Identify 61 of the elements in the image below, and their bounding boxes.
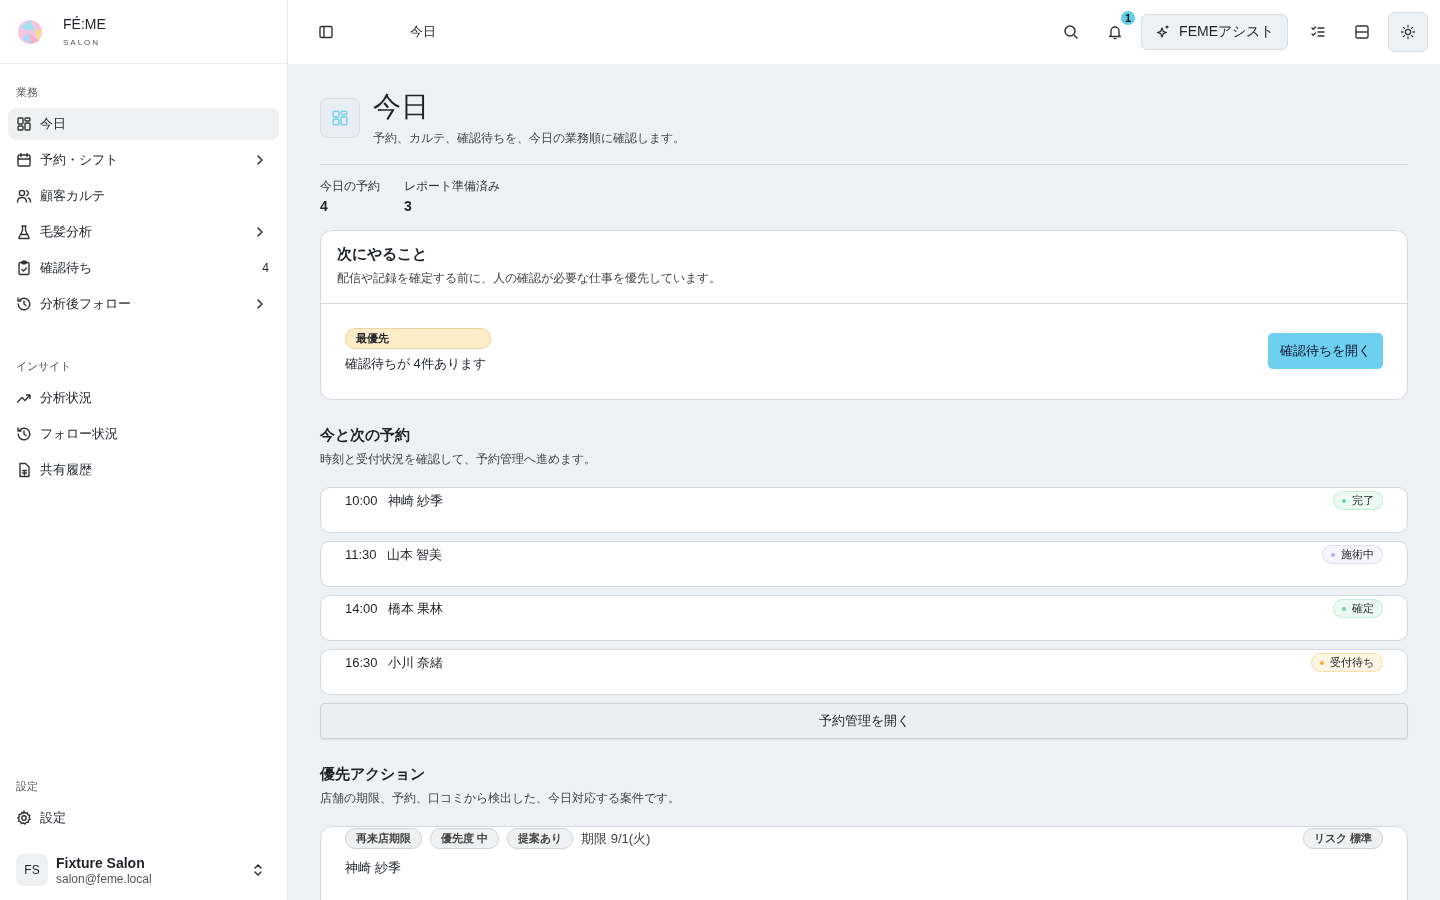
section-description: 時刻と受付状況を確認して、予約管理へ進めます。	[320, 451, 597, 468]
customer-name: 小川 奈緒	[387, 654, 444, 672]
status-label: 施術中	[1341, 547, 1374, 562]
stat-value: 4	[320, 198, 329, 214]
sidebar-item[interactable]: 予約・シフト	[8, 144, 279, 176]
tag: 再来店期限	[345, 828, 422, 849]
appointment-row[interactable]: 16:30 小川 奈緒 受付待ち	[320, 649, 1408, 695]
notification-badge: 1	[1121, 11, 1136, 25]
account-switcher[interactable]: FS Fixture Salon salon@feme.local	[8, 854, 279, 900]
stat-label: 今日の予約	[320, 178, 380, 195]
appointment-time: 14:00	[345, 600, 378, 618]
section-title: 設定	[15, 778, 39, 794]
risk-tag: リスク 標準	[1302, 828, 1383, 849]
card-description: 配信や記録を確定する前に、人の確認が必要な仕事を優先しています。	[337, 270, 722, 287]
item-count: 4	[262, 261, 269, 275]
sidebar-item[interactable]: 顧客カルテ	[8, 180, 279, 212]
open-reviews-button[interactable]: 確認待ちを開く	[1268, 332, 1383, 369]
assist-button[interactable]: FEMEアシスト	[1141, 14, 1288, 50]
sidebar-item[interactable]: 毛髪分析	[8, 216, 279, 248]
sidebar-item[interactable]: 共有履歴	[8, 454, 279, 486]
avatar: FS	[16, 854, 48, 886]
sidebar-item[interactable]: 分析後フォロー	[8, 288, 279, 320]
tag: 優先度 中	[430, 828, 500, 849]
priority-tag: 最優先	[345, 328, 491, 349]
status-label: 完了	[1352, 493, 1374, 508]
due-date: 期限 9/1(火)	[581, 829, 651, 848]
brand-name: FÉ:ME	[63, 16, 106, 32]
status-label: 確定	[1352, 601, 1374, 616]
section-heading: 今と次の予約	[320, 426, 411, 445]
section-title: 業務	[15, 84, 39, 100]
brand-tagline: SALON	[63, 38, 102, 47]
page-breadcrumb: 今日	[410, 23, 436, 41]
task-message: 確認待ちが 4件あります	[345, 355, 487, 373]
sidebar-item[interactable]: 確認待ち 4	[8, 252, 279, 284]
section-title: インサイト	[15, 358, 72, 374]
section-description: 店舗の期限、予約、口コミから検出した、今日対応する案件です。	[320, 790, 681, 807]
sidebar-item[interactable]: 分析状況	[8, 382, 279, 414]
appointment-time: 11:30	[345, 546, 377, 564]
page-title: 今日	[373, 90, 430, 124]
sidebar-item[interactable]: フォロー状況	[8, 418, 279, 450]
account-email: salon@feme.local	[56, 871, 153, 886]
tag: 提案あり	[507, 828, 574, 849]
appointment-time: 10:00	[345, 492, 378, 510]
stat-label: レポート準備済み	[404, 178, 500, 195]
customer-name: 山本 智美	[386, 546, 443, 564]
appointment-row[interactable]: 11:30 山本 智美 施術中	[320, 541, 1408, 587]
card-title: 次にやること	[337, 245, 428, 264]
customer-name: 橋本 果林	[387, 600, 444, 618]
section-heading: 優先アクション	[320, 765, 426, 784]
appointment-row[interactable]: 14:00 橋本 果林 確定	[320, 595, 1408, 641]
appointment-row[interactable]: 10:00 神崎 紗季 完了	[320, 487, 1408, 533]
appointment-time: 16:30	[345, 654, 378, 672]
customer-name: 神崎 紗季	[387, 492, 444, 510]
open-reservations-button[interactable]: 予約管理を開く	[320, 703, 1408, 739]
customer-name: 神崎 紗季	[345, 859, 402, 877]
sidebar-item[interactable]: 今日	[8, 108, 279, 140]
stat-value: 3	[404, 198, 413, 214]
status-label: 受付待ち	[1330, 655, 1374, 670]
account-name: Fixture Salon	[56, 854, 146, 871]
page-subtitle: 予約、カルテ、確認待ちを、今日の業務順に確認します。	[373, 130, 685, 147]
sidebar-item[interactable]: 設定	[8, 802, 279, 834]
